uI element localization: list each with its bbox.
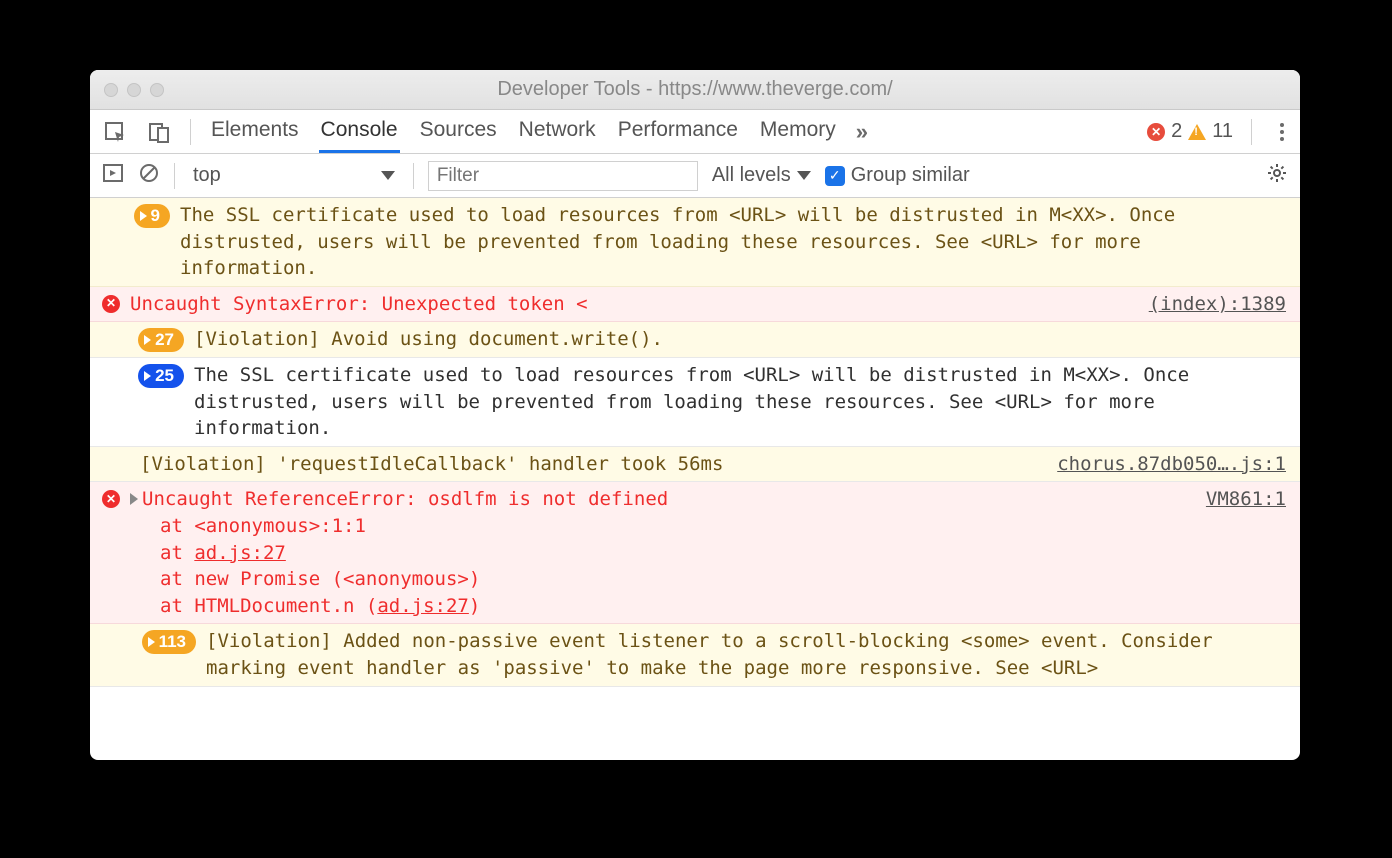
issue-counters[interactable]: ✕ 2 11 xyxy=(1147,120,1233,143)
log-message: The SSL certificate used to load resourc… xyxy=(180,202,1286,282)
tab-network[interactable]: Network xyxy=(517,110,598,153)
context-label: top xyxy=(193,164,221,187)
tab-console[interactable]: Console xyxy=(319,110,400,153)
badge-count: 9 xyxy=(151,204,160,228)
stack-link[interactable]: ad.js:27 xyxy=(377,595,469,617)
titlebar: Developer Tools - https://www.theverge.c… xyxy=(90,70,1300,110)
badge-count: 27 xyxy=(155,328,174,352)
close-window-button[interactable] xyxy=(104,83,118,97)
log-entry[interactable]: 113 [Violation] Added non-passive event … xyxy=(90,624,1300,686)
checkbox-checked-icon: ✓ xyxy=(825,166,845,186)
stack-link[interactable]: ad.js:27 xyxy=(194,542,286,564)
inspect-element-icon[interactable] xyxy=(102,119,128,145)
expand-icon xyxy=(148,637,155,647)
source-link[interactable]: chorus.87db050….js:1 xyxy=(1037,451,1286,478)
error-icon: ✕ xyxy=(102,295,120,313)
tab-performance[interactable]: Performance xyxy=(616,110,740,153)
error-icon: ✕ xyxy=(1147,123,1165,141)
badge-count: 113 xyxy=(159,630,186,654)
badge-count: 25 xyxy=(155,364,174,388)
zoom-window-button[interactable] xyxy=(150,83,164,97)
context-selector[interactable]: top xyxy=(189,162,399,189)
main-tabs: Elements Console Sources Network Perform… xyxy=(90,110,1300,154)
kebab-menu-button[interactable] xyxy=(1270,123,1288,141)
clear-console-icon[interactable] xyxy=(138,162,160,190)
group-count-badge[interactable]: 25 xyxy=(138,364,184,388)
stack-frame: at new Promise (<anonymous>) xyxy=(160,566,1286,593)
warning-icon xyxy=(1188,124,1206,140)
caret-down-icon xyxy=(797,171,811,180)
console-toolbar: top All levels ✓ Group similar xyxy=(90,154,1300,198)
log-entry[interactable]: 25 The SSL certificate used to load reso… xyxy=(90,358,1300,447)
stack-trace: at <anonymous>:1:1 at ad.js:27 at new Pr… xyxy=(100,513,1286,619)
minimize-window-button[interactable] xyxy=(127,83,141,97)
tabs-overflow-button[interactable]: » xyxy=(856,119,868,145)
error-icon: ✕ xyxy=(102,490,120,508)
log-message: [Violation] Avoid using document.write()… xyxy=(194,326,1286,353)
log-message: [Violation] Added non-passive event list… xyxy=(206,628,1286,681)
stack-frame: at ad.js:27 xyxy=(160,540,1286,567)
source-link[interactable]: (index):1389 xyxy=(1129,291,1286,318)
window-title: Developer Tools - https://www.theverge.c… xyxy=(90,78,1300,101)
console-settings-icon[interactable] xyxy=(1266,162,1288,190)
expand-icon xyxy=(144,371,151,381)
tab-memory[interactable]: Memory xyxy=(758,110,838,153)
log-entry[interactable]: [Violation] 'requestIdleCallback' handle… xyxy=(90,447,1300,483)
log-entry[interactable]: ✕ Uncaught SyntaxError: Unexpected token… xyxy=(90,287,1300,323)
log-entry[interactable]: ✕ Uncaught ReferenceError: osdlfm is not… xyxy=(90,482,1300,624)
separator xyxy=(413,163,414,189)
expand-icon xyxy=(144,335,151,345)
group-count-badge[interactable]: 27 xyxy=(138,328,184,352)
log-message: Uncaught ReferenceError: osdlfm is not d… xyxy=(142,486,1186,513)
error-count: 2 xyxy=(1171,120,1182,143)
separator xyxy=(190,119,191,145)
warning-count: 11 xyxy=(1212,120,1233,143)
stack-frame: at <anonymous>:1:1 xyxy=(160,513,1286,540)
device-toolbar-icon[interactable] xyxy=(146,119,172,145)
log-entry[interactable]: 9 The SSL certificate used to load resou… xyxy=(90,198,1300,287)
log-message: Uncaught SyntaxError: Unexpected token < xyxy=(130,291,1129,318)
disclosure-triangle-icon[interactable] xyxy=(130,493,138,505)
group-count-badge[interactable]: 9 xyxy=(134,204,170,228)
traffic-lights xyxy=(90,83,164,97)
stack-frame: at HTMLDocument.n (ad.js:27) xyxy=(160,593,1286,620)
console-log-list[interactable]: 9 The SSL certificate used to load resou… xyxy=(90,198,1300,760)
source-link[interactable]: VM861:1 xyxy=(1186,486,1286,513)
devtools-window: Developer Tools - https://www.theverge.c… xyxy=(90,70,1300,760)
log-entry[interactable]: 27 [Violation] Avoid using document.writ… xyxy=(90,322,1300,358)
group-similar-toggle[interactable]: ✓ Group similar xyxy=(825,164,970,187)
toggle-sidebar-icon[interactable] xyxy=(102,162,124,190)
tab-sources[interactable]: Sources xyxy=(418,110,499,153)
group-label: Group similar xyxy=(851,164,970,187)
caret-down-icon xyxy=(381,171,395,180)
separator xyxy=(1251,119,1252,145)
levels-label: All levels xyxy=(712,164,791,187)
tab-elements[interactable]: Elements xyxy=(209,110,301,153)
group-count-badge[interactable]: 113 xyxy=(142,630,196,654)
log-message: The SSL certificate used to load resourc… xyxy=(194,362,1286,442)
filter-input[interactable] xyxy=(428,161,698,191)
log-levels-selector[interactable]: All levels xyxy=(712,164,811,187)
expand-icon xyxy=(140,211,147,221)
log-message: [Violation] 'requestIdleCallback' handle… xyxy=(140,451,1037,478)
separator xyxy=(174,163,175,189)
